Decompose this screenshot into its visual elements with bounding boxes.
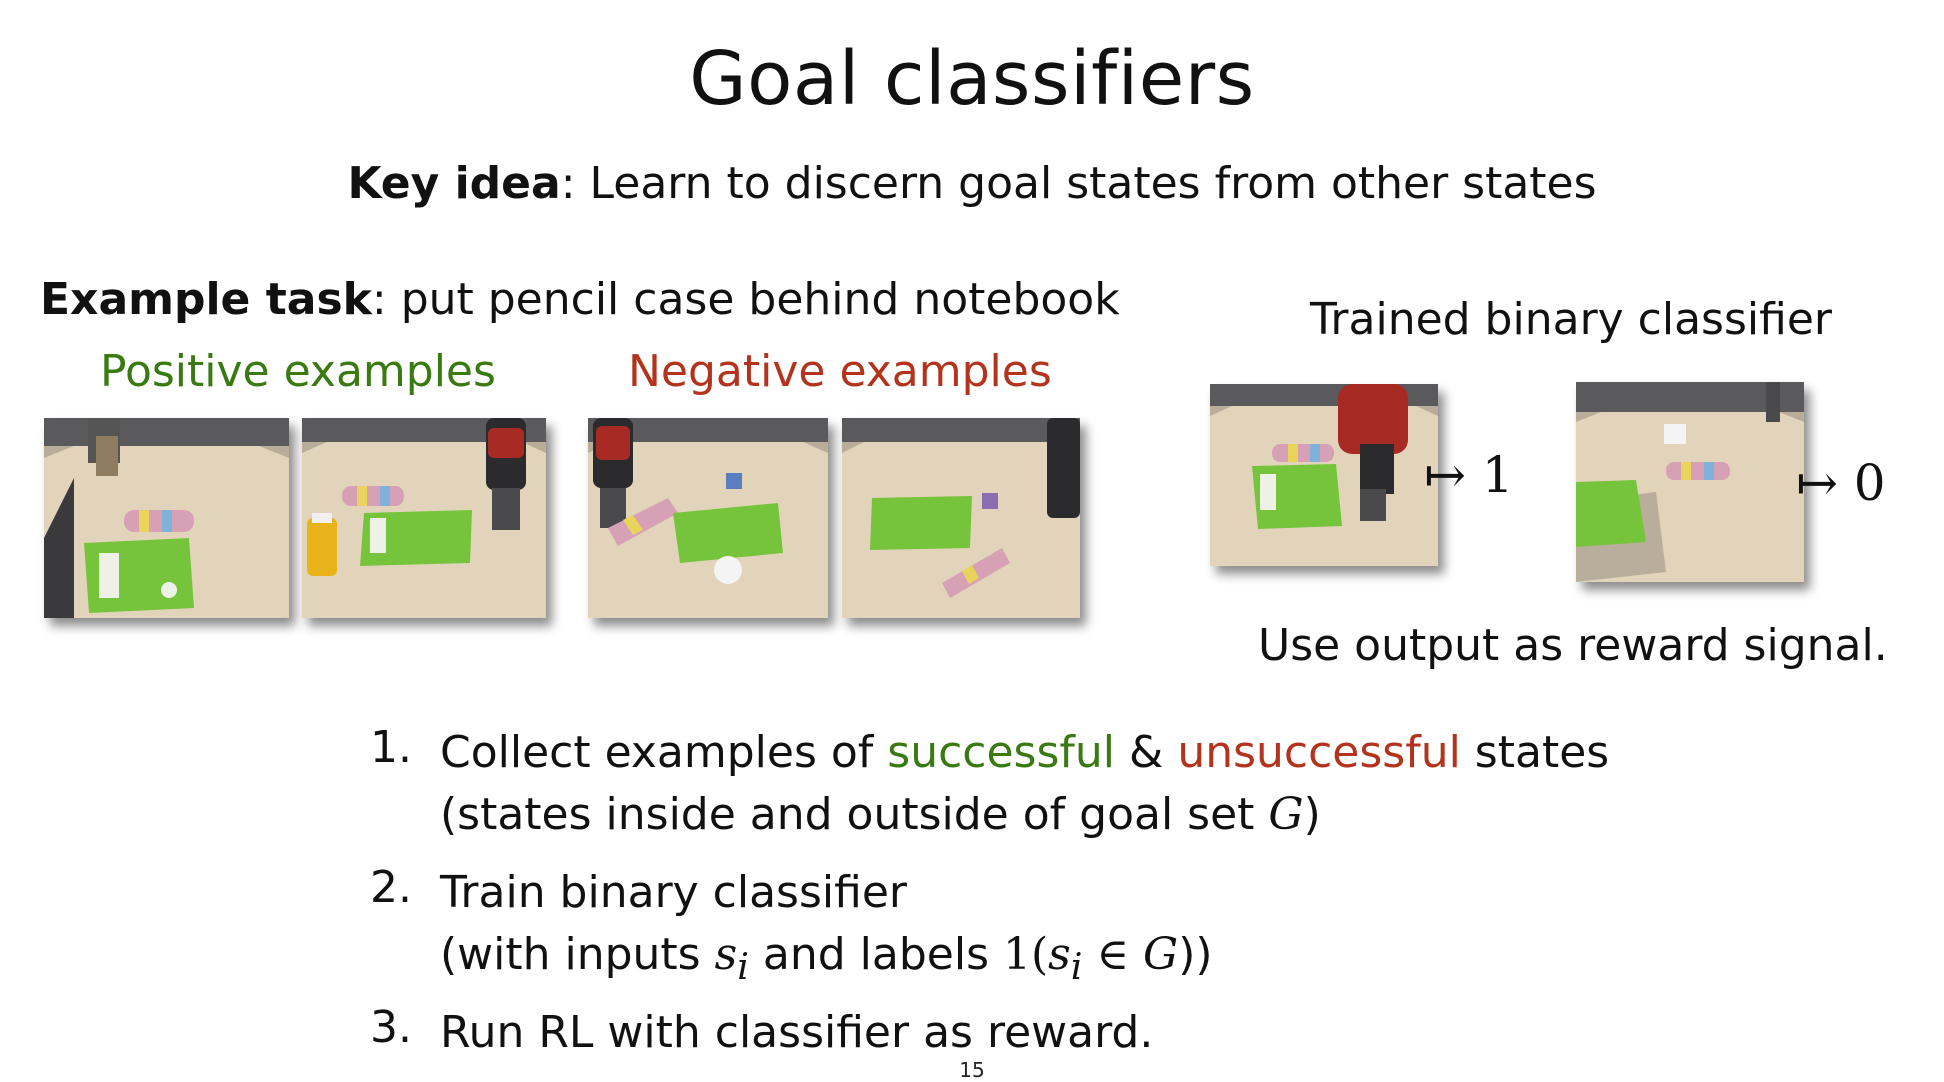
step-2-subtext-part: )) — [1178, 929, 1213, 980]
step-1-text-part: & — [1115, 727, 1178, 778]
step-2-subtext-part: (with inputs — [440, 929, 715, 980]
step-1-text-part: states — [1460, 727, 1610, 778]
step-3-text: Run RL with classifier as reward. — [440, 1007, 1154, 1058]
step-1-number: 1. — [370, 722, 412, 773]
step-1-text-part: Collect examples of — [440, 727, 888, 778]
goal-set-symbol: G — [1143, 929, 1179, 980]
page-number: 15 — [959, 1058, 985, 1082]
successful-word: successful — [887, 727, 1116, 778]
state-symbol: s — [1048, 929, 1071, 980]
positive-examples-heading: Positive examples — [100, 346, 496, 397]
step-2-subtext: (with inputs si and labels 1(si ∈ G)) — [440, 924, 1609, 988]
unsuccessful-word: unsuccessful — [1177, 727, 1461, 778]
example-task: Example task: put pencil case behind not… — [40, 274, 1120, 325]
state-subscript: i — [1070, 944, 1083, 988]
indicator-symbol: 1( — [1003, 929, 1049, 980]
example-task-label: Example task — [40, 274, 372, 325]
step-1-subtext-part: (states inside and outside of goal set — [440, 789, 1269, 840]
classifier-heading: Trained binary classifier — [1310, 294, 1833, 345]
step-2-number: 2. — [370, 862, 412, 913]
step-2-text: Train binary classifier — [440, 867, 908, 918]
state-symbol: s — [714, 929, 738, 980]
element-of-symbol: ∈ — [1082, 929, 1144, 980]
step-2-subtext-part: and labels — [748, 929, 1003, 980]
key-idea-text: : Learn to discern goal states from othe… — [560, 158, 1597, 209]
classifier-input-negative — [1576, 382, 1804, 582]
positive-example-photo-1 — [44, 418, 289, 618]
classifier-input-positive — [1210, 384, 1438, 566]
goal-set-symbol: G — [1268, 789, 1304, 840]
reward-note: Use output as reward signal. — [1258, 620, 1888, 671]
step-3-number: 3. — [370, 1002, 412, 1053]
classifier-output-positive: ↦ 1 — [1424, 446, 1514, 504]
step-2: 2. Train binary classifier (with inputs … — [370, 862, 1609, 988]
negative-example-photo-2 — [842, 418, 1080, 618]
positive-example-photo-2 — [302, 418, 546, 618]
negative-example-photo-1 — [588, 418, 828, 618]
step-1: 1. Collect examples of successful & unsu… — [370, 722, 1609, 846]
key-idea: Key idea: Learn to discern goal states f… — [0, 158, 1944, 209]
step-1-text: Collect examples of successful & unsucce… — [440, 722, 1609, 784]
step-1-subtext-part: ) — [1303, 789, 1321, 840]
slide-title: Goal classifiers — [689, 36, 1255, 122]
step-1-subtext: (states inside and outside of goal set G… — [440, 784, 1609, 846]
state-subscript: i — [737, 944, 749, 988]
negative-examples-heading: Negative examples — [628, 346, 1052, 397]
key-idea-label: Key idea — [347, 158, 561, 209]
step-3: 3. Run RL with classifier as reward. — [370, 1002, 1609, 1064]
steps-list: 1. Collect examples of successful & unsu… — [370, 722, 1609, 1064]
classifier-output-negative: ↦ 0 — [1796, 454, 1886, 512]
example-task-text: : put pencil case behind notebook — [371, 274, 1120, 325]
